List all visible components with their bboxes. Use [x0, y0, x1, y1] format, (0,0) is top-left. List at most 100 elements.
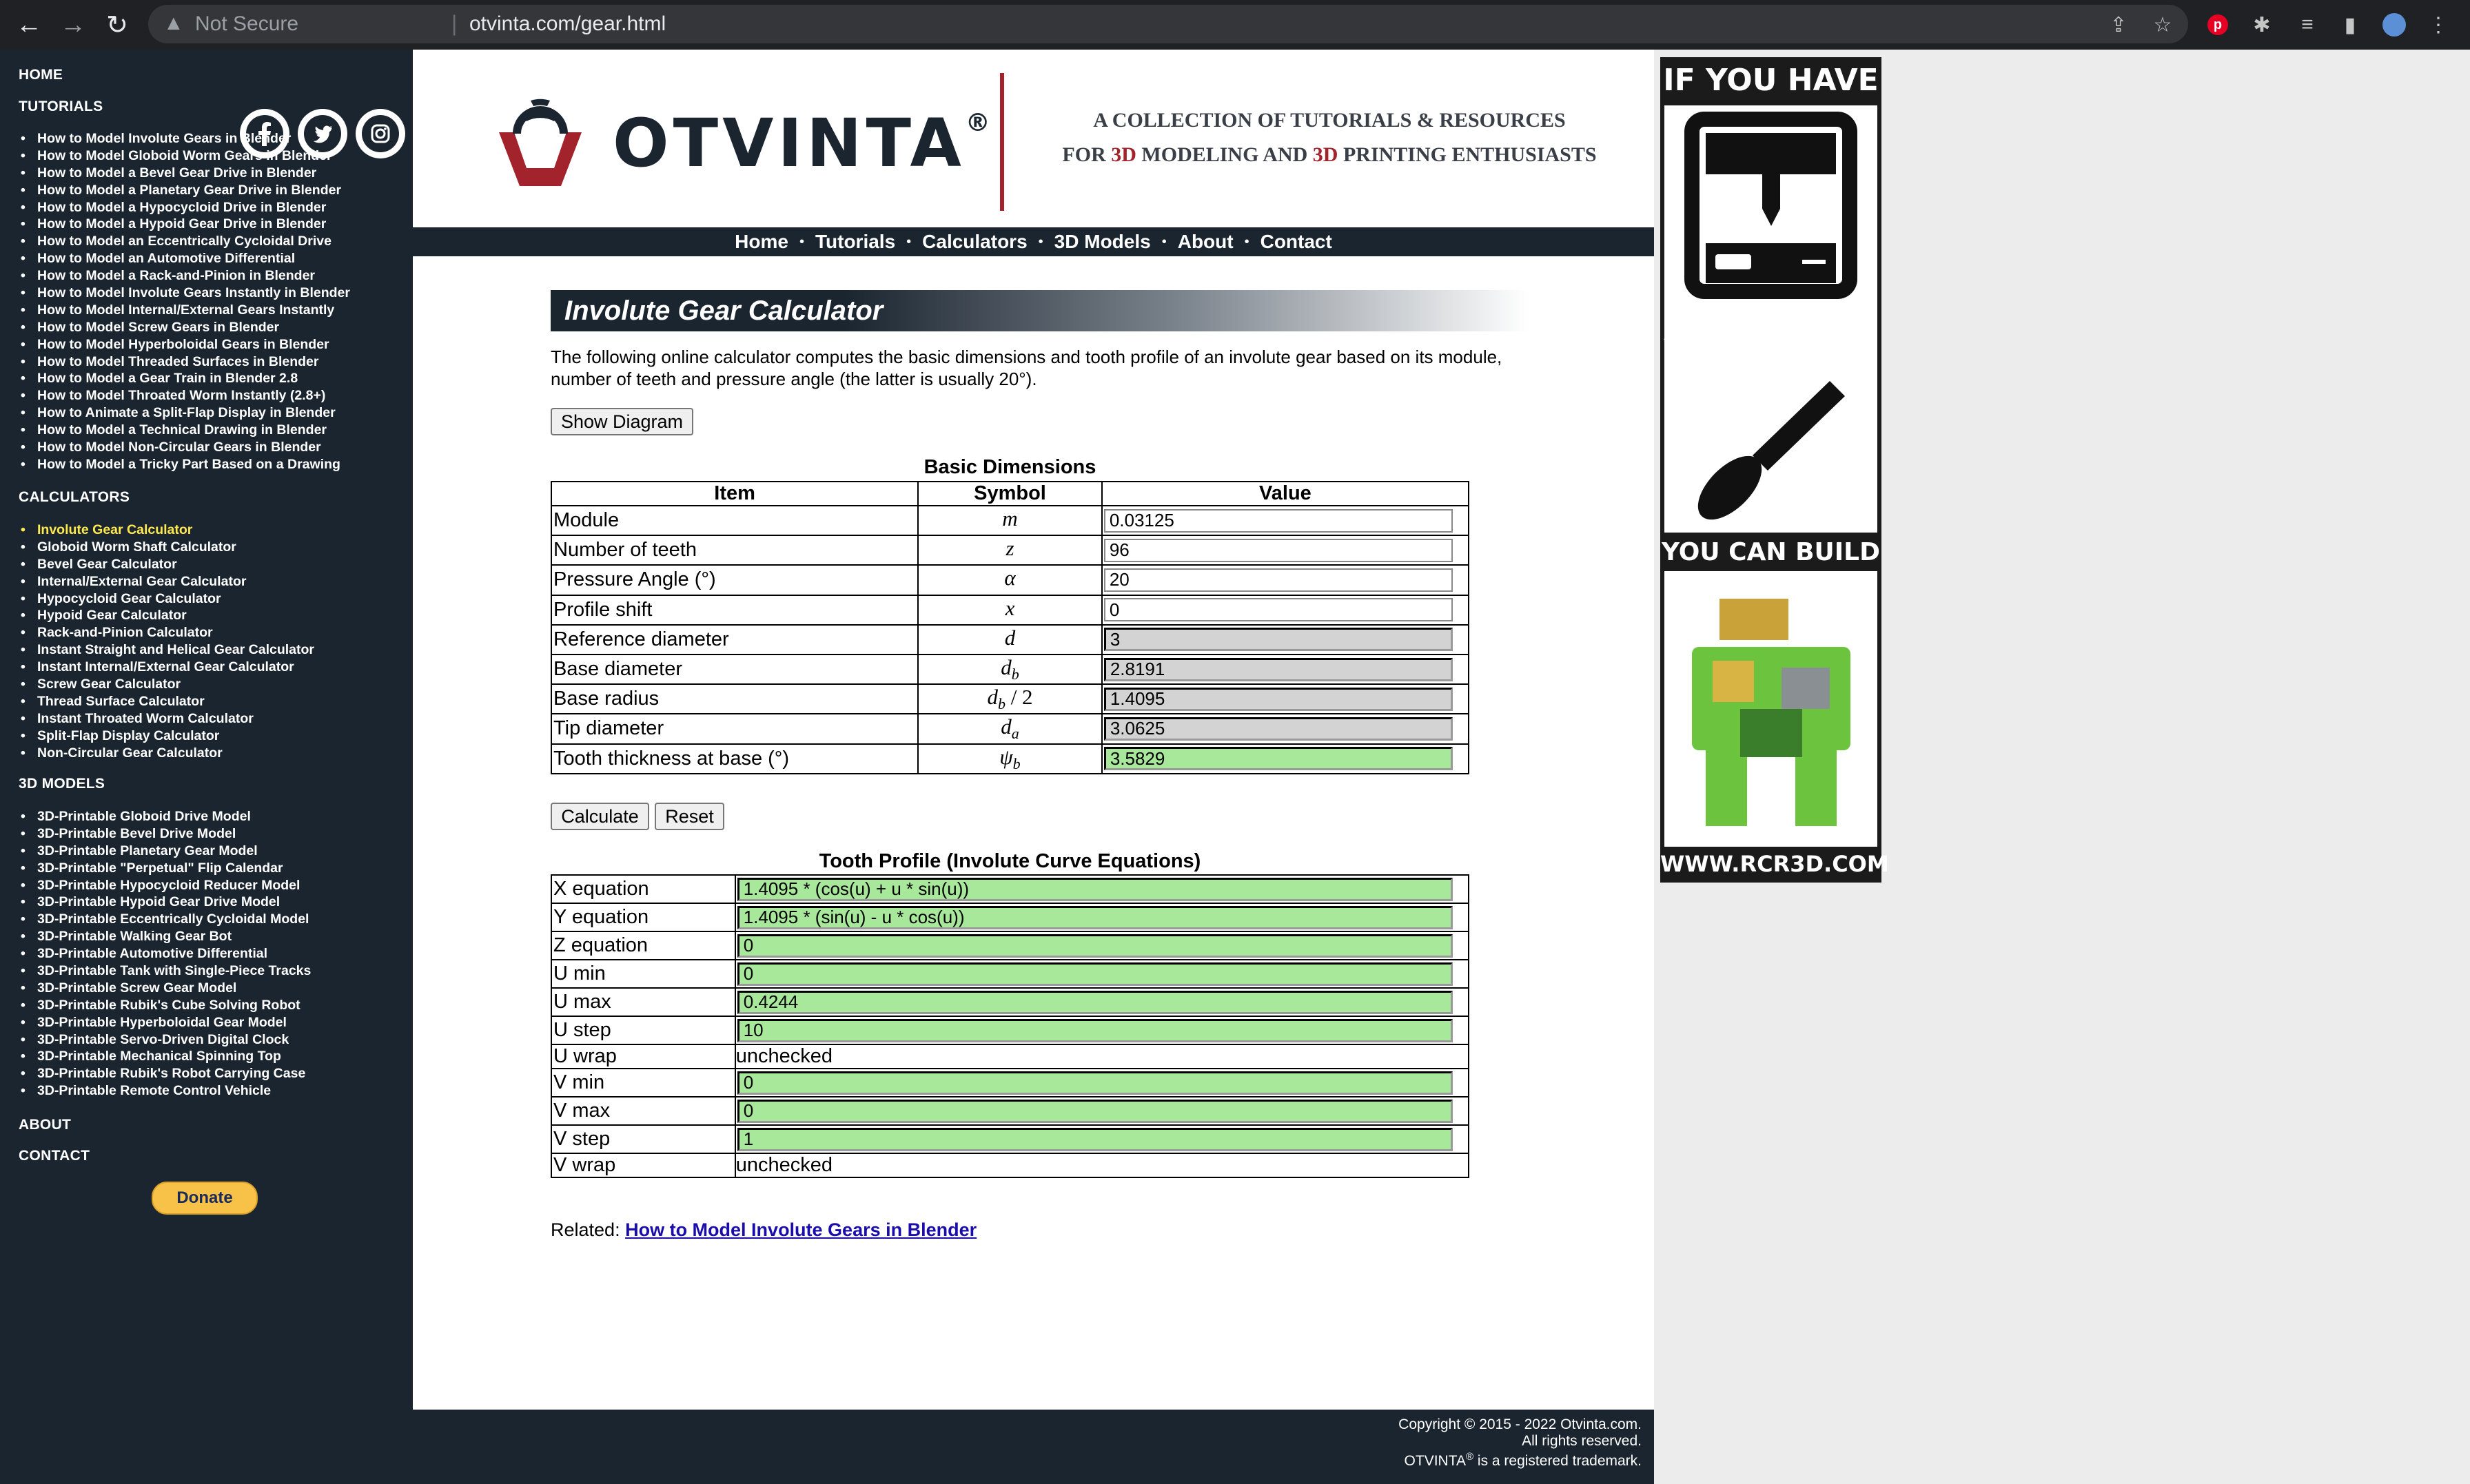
- sidebar-model-item[interactable]: 3D-Printable Planetary Gear Model: [21, 843, 311, 860]
- show-diagram-button[interactable]: Show Diagram: [551, 408, 693, 435]
- sidebar-model-item[interactable]: 3D-Printable "Perpetual" Flip Calendar: [21, 860, 311, 877]
- row-symbol: α: [917, 564, 1103, 596]
- value-output: 1.4095: [1103, 687, 1453, 711]
- sidebar-about-link[interactable]: ABOUT: [19, 1117, 71, 1133]
- sidebar-calculator-item[interactable]: Hypoid Gear Calculator: [21, 607, 314, 624]
- column-header-item: Item: [550, 481, 919, 506]
- sidebar-tutorial-item[interactable]: How to Model Non-Circular Gears in Blend…: [21, 439, 350, 456]
- sidebar-model-item[interactable]: 3D-Printable Walking Gear Bot: [21, 928, 311, 945]
- sidebar-tutorial-item[interactable]: How to Model a Rack-and-Pinion in Blende…: [21, 267, 350, 285]
- row-label: U step: [551, 1016, 736, 1045]
- nav-link-calculators[interactable]: Calculators: [922, 231, 1028, 253]
- side-panel-icon[interactable]: ▮: [2335, 10, 2365, 40]
- sidebar-tutorial-item[interactable]: How to Model a Gear Train in Blender 2.8: [21, 370, 350, 387]
- value-input[interactable]: 20: [1103, 568, 1453, 592]
- reset-button[interactable]: Reset: [655, 803, 724, 830]
- sidebar-model-item[interactable]: 3D-Printable Bevel Drive Model: [21, 825, 311, 843]
- column-header-value: Value: [1101, 481, 1470, 506]
- sidebar-tutorial-item[interactable]: How to Model a Planetary Gear Drive in B…: [21, 182, 350, 199]
- profile-avatar-icon[interactable]: [2379, 10, 2409, 40]
- sidebar-tutorial-item[interactable]: How to Model Involute Gears Instantly in…: [21, 285, 350, 302]
- value-input[interactable]: 96: [1103, 538, 1453, 562]
- tagline-line1: A COLLECTION OF TUTORIALS & RESOURCES: [1093, 109, 1566, 132]
- back-arrow-icon[interactable]: ←: [11, 7, 47, 43]
- basic-row: Base radius db / 2 1.4095: [550, 683, 1470, 715]
- sidebar-calculators-heading[interactable]: CALCULATORS: [19, 489, 130, 506]
- sidebar-calculator-item[interactable]: Internal/External Gear Calculator: [21, 573, 314, 590]
- otvinta-logo-icon[interactable]: [485, 91, 595, 194]
- sidebar-model-item[interactable]: 3D-Printable Servo-Driven Digital Clock: [21, 1031, 311, 1049]
- sidebar-tutorial-item[interactable]: How to Model Threaded Surfaces in Blende…: [21, 353, 350, 371]
- sidebar-calculator-item[interactable]: Bevel Gear Calculator: [21, 556, 314, 573]
- advertisement-banner[interactable]: IF YOU HAVE AND CAN HOLD YOU CAN BUILD W…: [1660, 57, 1889, 883]
- sidebar-model-item[interactable]: 3D-Printable Tank with Single-Piece Trac…: [21, 962, 311, 980]
- sidebar-model-item[interactable]: 3D-Printable Globoid Drive Model: [21, 808, 311, 825]
- nav-link-tutorials[interactable]: Tutorials: [815, 231, 895, 253]
- sidebar-tutorial-item[interactable]: How to Model a Tricky Part Based on a Dr…: [21, 456, 350, 473]
- sidebar-model-item[interactable]: 3D-Printable Automotive Differential: [21, 945, 311, 962]
- sidebar-model-item[interactable]: 3D-Printable Hypoid Gear Drive Model: [21, 894, 311, 911]
- sidebar-model-item[interactable]: 3D-Printable Rubik's Robot Carrying Case: [21, 1065, 311, 1082]
- sidebar-tutorial-item[interactable]: How to Model Involute Gears in Blender: [21, 130, 350, 147]
- sidebar-calculator-item[interactable]: Screw Gear Calculator: [21, 676, 314, 693]
- sidebar-model-item[interactable]: 3D-Printable Rubik's Cube Solving Robot: [21, 997, 311, 1014]
- value-input[interactable]: 0.03125: [1103, 508, 1453, 533]
- sidebar-tutorial-item[interactable]: How to Model Screw Gears in Blender: [21, 319, 350, 336]
- ad-line-1: IF YOU HAVE: [1663, 63, 1879, 98]
- sidebar-contact-link[interactable]: CONTACT: [19, 1148, 90, 1164]
- sidebar-model-item[interactable]: 3D-Printable Mechanical Spinning Top: [21, 1048, 311, 1065]
- calculate-button[interactable]: Calculate: [551, 803, 649, 830]
- sidebar-tutorial-item[interactable]: How to Model a Hypoid Gear Drive in Blen…: [21, 216, 350, 233]
- sidebar-model-item[interactable]: 3D-Printable Hyperboloidal Gear Model: [21, 1014, 311, 1031]
- share-icon[interactable]: ⇪: [2103, 10, 2134, 40]
- sidebar-calculator-item[interactable]: Instant Throated Worm Calculator: [21, 710, 314, 728]
- sidebar-model-item[interactable]: 3D-Printable Hypocycloid Reducer Model: [21, 877, 311, 894]
- sidebar-calculator-item[interactable]: Rack-and-Pinion Calculator: [21, 624, 314, 641]
- sidebar-tutorial-item[interactable]: How to Model Internal/External Gears Ins…: [21, 302, 350, 319]
- nav-link-about[interactable]: About: [1178, 231, 1234, 253]
- forward-arrow-icon[interactable]: →: [55, 7, 91, 43]
- sidebar-tutorial-item[interactable]: How to Model an Eccentrically Cycloidal …: [21, 233, 350, 250]
- pinterest-extension-icon[interactable]: p: [2203, 10, 2233, 40]
- row-label: Module: [550, 504, 919, 537]
- sidebar-tutorial-item[interactable]: How to Animate a Split-Flap Display in B…: [21, 404, 350, 422]
- sidebar-calculator-item[interactable]: Non-Circular Gear Calculator: [21, 745, 314, 762]
- related-link[interactable]: How to Model Involute Gears in Blender: [625, 1219, 977, 1240]
- url-text[interactable]: otvinta.com/gear.html: [469, 12, 666, 36]
- bookmark-star-icon[interactable]: ☆: [2147, 10, 2178, 40]
- sidebar-tutorial-item[interactable]: How to Model an Automotive Differential: [21, 250, 350, 267]
- menu-kebab-icon[interactable]: ⋮: [2423, 10, 2453, 40]
- reload-icon[interactable]: ↻: [99, 7, 135, 43]
- sidebar-tutorial-item[interactable]: How to Model a Technical Drawing in Blen…: [21, 422, 350, 439]
- sidebar-calculator-item[interactable]: Instant Internal/External Gear Calculato…: [21, 659, 314, 676]
- footer: Copyright © 2015 - 2022 Otvinta.com. All…: [413, 1410, 1654, 1484]
- sidebar-model-item[interactable]: 3D-Printable Eccentrically Cycloidal Mod…: [21, 911, 311, 928]
- sidebar-tutorial-item[interactable]: How to Model Globoid Worm Gears in Blend…: [21, 147, 350, 165]
- sidebar-calculator-item[interactable]: Globoid Worm Shaft Calculator: [21, 539, 314, 556]
- sidebar-tutorial-item[interactable]: How to Model Hyperboloidal Gears in Blen…: [21, 336, 350, 353]
- sidebar-calculator-item[interactable]: Involute Gear Calculator: [21, 522, 314, 539]
- sidebar-home-link[interactable]: HOME: [19, 67, 63, 83]
- sidebar-tutorials-heading[interactable]: TUTORIALS: [19, 99, 103, 115]
- donate-button[interactable]: Donate: [152, 1182, 258, 1215]
- browser-toolbar: ← → ↻ ▲ Not Secure | otvinta.com/gear.ht…: [0, 0, 2470, 50]
- sidebar-model-item[interactable]: 3D-Printable Screw Gear Model: [21, 980, 311, 997]
- sidebar-tutorial-item[interactable]: How to Model Throated Worm Instantly (2.…: [21, 387, 350, 404]
- nav-link-contact[interactable]: Contact: [1260, 231, 1332, 253]
- nav-link-3d-models[interactable]: 3D Models: [1054, 231, 1151, 253]
- sidebar-model-item[interactable]: 3D-Printable Remote Control Vehicle: [21, 1082, 311, 1100]
- brand-name[interactable]: OTVINTA®: [613, 105, 994, 182]
- value-input[interactable]: 0: [1103, 598, 1453, 622]
- sidebar-calculator-item[interactable]: Split-Flap Display Calculator: [21, 728, 314, 745]
- sidebar-3d-models-heading[interactable]: 3D MODELS: [19, 776, 105, 792]
- nav-link-home[interactable]: Home: [735, 231, 788, 253]
- sidebar-tutorial-item[interactable]: How to Model a Bevel Gear Drive in Blend…: [21, 165, 350, 182]
- reading-list-icon[interactable]: ≡: [2292, 10, 2323, 40]
- instagram-icon[interactable]: [356, 109, 405, 158]
- sidebar-calculator-item[interactable]: Instant Straight and Helical Gear Calcul…: [21, 641, 314, 659]
- sidebar-calculator-item[interactable]: Hypocycloid Gear Calculator: [21, 590, 314, 608]
- sidebar-calculator-item[interactable]: Thread Surface Calculator: [21, 693, 314, 710]
- extensions-puzzle-icon[interactable]: ✱: [2247, 10, 2277, 40]
- sidebar-tutorial-item[interactable]: How to Model a Hypocycloid Drive in Blen…: [21, 199, 350, 216]
- address-bar[interactable]: ▲ Not Secure | otvinta.com/gear.html: [148, 5, 2188, 43]
